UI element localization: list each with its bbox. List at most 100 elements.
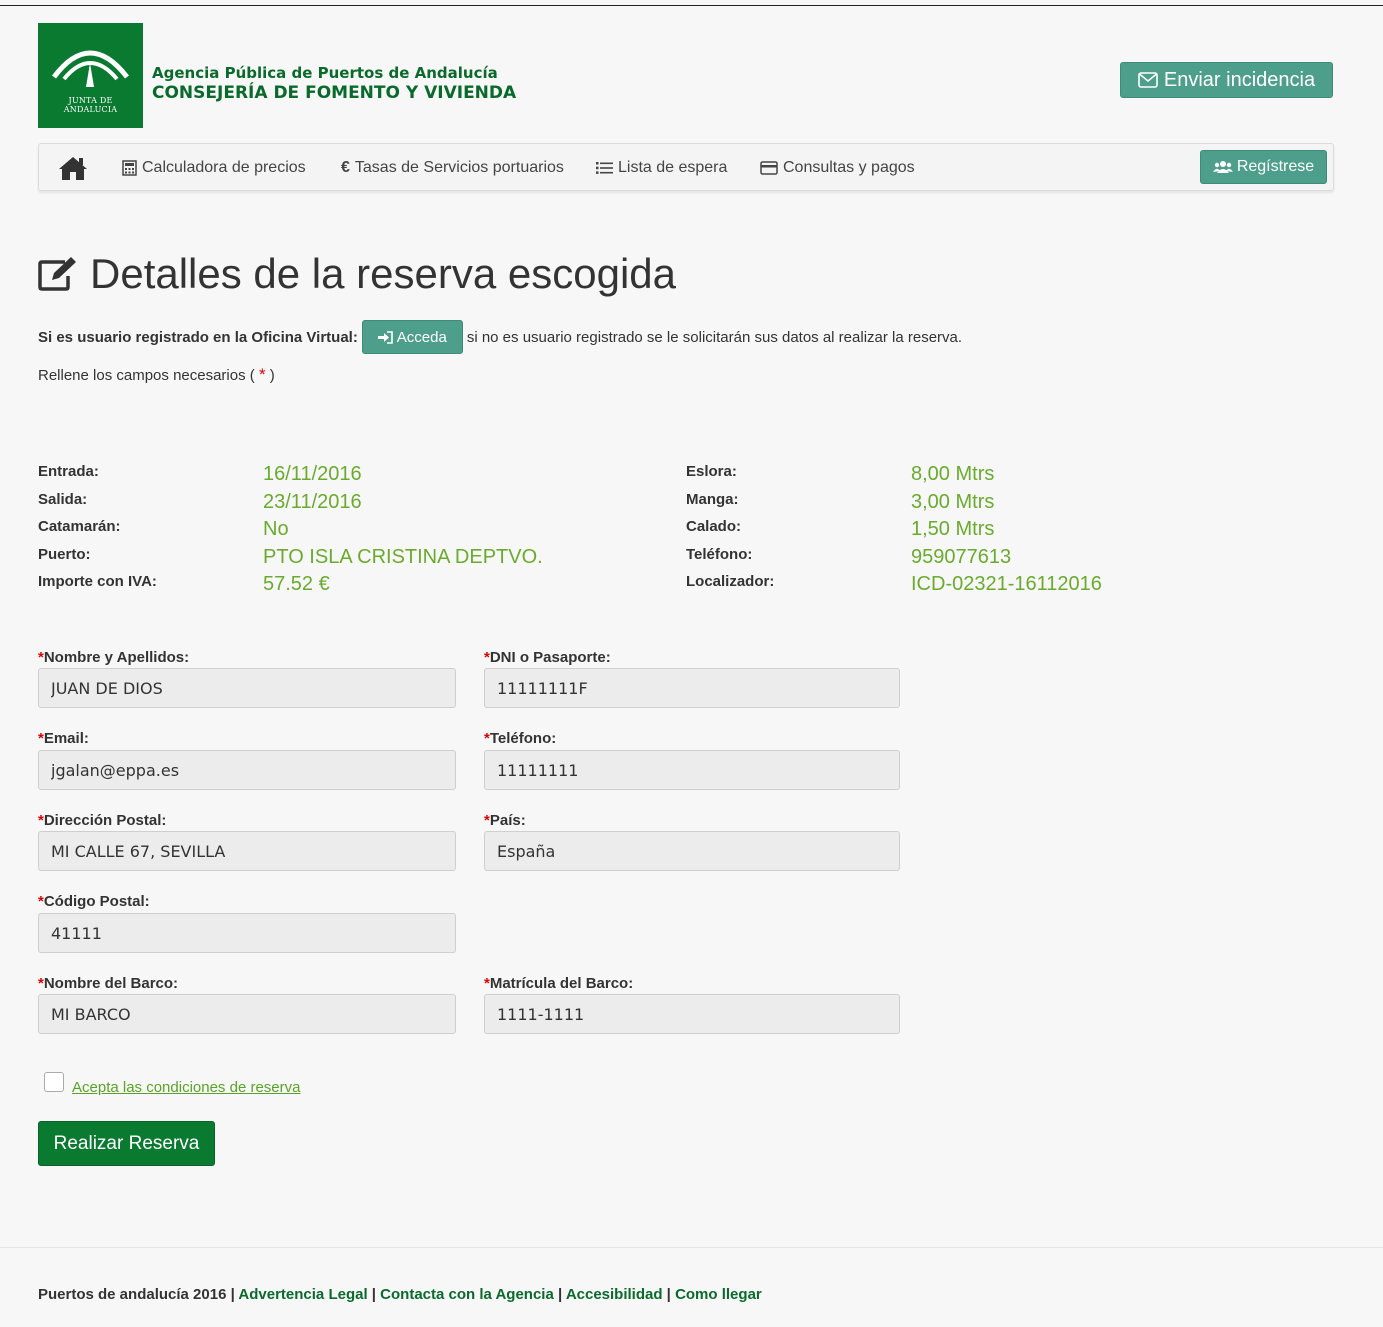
logo-emblem-icon [52,50,129,87]
detail-value-salida: 23/11/2016 [263,491,362,513]
hint-star: * [258,365,266,384]
footer-divider [0,1247,1383,1248]
codigo-postal-label-text: Código Postal: [43,893,150,910]
main-navbar: Calculadora de precios € Tasas de Servic… [38,143,1334,191]
nav-lista-espera[interactable]: Lista de espera [596,144,727,192]
detail-value-calado: 1,50 Mtrs [911,518,995,540]
detail-label-catamaran: Catamarán: [38,518,121,535]
list-icon [596,162,613,174]
dni-label: *DNI o Pasaporte: [484,649,611,666]
agency-name: Agencia Pública de Puertos de Andalucía … [152,64,516,103]
codigo-postal-label: *Código Postal: [38,893,150,910]
footer-link-advertencia[interactable]: Advertencia Legal [238,1286,367,1303]
detail-label-localizador: Localizador: [686,573,775,590]
detail-value-eslora: 8,00 Mtrs [911,463,995,485]
nombre-label-text: Nombre y Apellidos: [43,649,190,666]
footer: Puertos de andalucía 2016 | Advertencia … [38,1286,762,1303]
page-title-text: Detalles de la reserva escogida [90,250,676,297]
realizar-reserva-label: Realizar Reserva [53,1132,200,1154]
nombre-label: *Nombre y Apellidos: [38,649,189,666]
footer-separator: | [367,1286,381,1303]
footer-separator: | [226,1286,239,1303]
dni-input[interactable] [484,668,900,708]
detail-label-calado: Calado: [686,518,742,535]
page-title: Detalles de la reserva escogida [38,250,676,298]
detail-label-entrada: Entrada: [38,463,99,480]
acceda-button[interactable]: Acceda [361,320,463,354]
detail-label-telefono: Teléfono: [686,546,753,563]
nav-calculadora[interactable]: Calculadora de precios [122,144,306,192]
nav-consultas[interactable]: Consultas y pagos [760,144,915,192]
agency-name-line2: CONSEJERÍA DE FOMENTO Y VIVIENDA [152,83,517,103]
detail-value-importe: 57.52 € [263,573,330,595]
direccion-input[interactable] [38,831,456,871]
registered-suffix: si no es usuario registrado se le solici… [466,328,963,346]
detail-value-manga: 3,00 Mtrs [911,491,995,513]
home-icon [59,157,87,180]
euro-icon: € [341,159,350,176]
footer-separator: | [553,1286,566,1303]
enviar-incidencia-button[interactable]: Enviar incidencia [1120,62,1333,98]
direccion-label-text: Dirección Postal: [43,812,167,829]
registrese-label: Regístrese [1236,158,1315,175]
home-button[interactable] [57,155,89,181]
matricula-input[interactable] [484,994,900,1034]
nav-consultas-label: Consultas y pagos [783,159,915,176]
footer-separator: | [662,1286,676,1303]
barco-input[interactable] [38,994,456,1034]
footer-link-contacta[interactable]: Contacta con la Agencia [380,1286,554,1303]
detail-value-entrada: 16/11/2016 [263,463,362,485]
dni-label-text: DNI o Pasaporte: [489,649,611,666]
hint-prefix: Rellene los campos necesarios ( [38,367,255,384]
matricula-label: *Matrícula del Barco: [484,975,633,992]
junta-andalucia-logo[interactable]: JUNTA DE ANDALUCIA [38,23,143,128]
credit-card-icon [760,161,778,175]
accept-conditions-checkbox[interactable] [44,1072,64,1092]
detail-label-manga: Manga: [686,491,739,508]
barco-label-text: Nombre del Barco: [43,975,179,992]
realizar-reserva-button[interactable]: Realizar Reserva [38,1121,215,1166]
logo-text: JUNTA DE ANDALUCIA [63,96,118,114]
email-input[interactable] [38,750,456,790]
pais-label: *País: [484,812,526,829]
nav-tasas-label: Tasas de Servicios portuarios [354,159,564,176]
footer-link-accesibilidad[interactable]: Accesibilidad [566,1286,663,1303]
pais-input[interactable] [484,831,900,871]
top-border [0,5,1383,6]
matricula-label-text: Matrícula del Barco: [489,975,634,992]
calculator-icon [122,160,137,176]
detail-label-salida: Salida: [38,491,88,508]
acceda-label: Acceda [396,328,447,346]
telefono-label: *Teléfono: [484,730,556,747]
footer-copyright: Puertos de andalucía 2016 [38,1286,227,1303]
agency-name-line1: Agencia Pública de Puertos de Andalucía [152,64,498,82]
registered-prefix: Si es usuario registrado en la Oficina V… [38,328,358,346]
telefono-input[interactable] [484,750,900,790]
detail-label-puerto: Puerto: [38,546,91,563]
registered-user-line: Si es usuario registrado en la Oficina V… [38,320,962,354]
nav-lista-espera-label: Lista de espera [618,159,728,176]
pais-label-text: País: [489,812,526,829]
registrese-button[interactable]: Regístrese [1200,150,1327,184]
codigo-postal-input[interactable] [38,913,456,953]
enviar-incidencia-label: Enviar incidencia [1163,68,1316,91]
telefono-label-text: Teléfono: [489,730,557,747]
required-hint: Rellene los campos necesarios ( * ) [38,365,275,385]
nav-tasas[interactable]: € Tasas de Servicios portuarios [341,144,564,192]
envelope-icon [1138,72,1158,88]
direccion-label: *Dirección Postal: [38,812,166,829]
detail-label-importe: Importe con IVA: [38,573,157,590]
email-label-text: Email: [43,730,89,747]
accept-conditions-link[interactable]: Acepta las condiciones de reserva [72,1079,300,1096]
barco-label: *Nombre del Barco: [38,975,178,992]
detail-value-catamaran: No [263,518,289,540]
edit-icon [38,257,76,291]
footer-link-como-llegar[interactable]: Como llegar [675,1286,762,1303]
detail-label-eslora: Eslora: [686,463,737,480]
users-icon [1212,161,1233,173]
hint-suffix: ) [269,367,275,384]
nombre-input[interactable] [38,668,456,708]
detail-value-puerto: PTO ISLA CRISTINA DEPTVO. [263,546,543,568]
detail-value-telefono: 959077613 [911,546,1012,568]
nav-calculadora-label: Calculadora de precios [142,159,306,176]
